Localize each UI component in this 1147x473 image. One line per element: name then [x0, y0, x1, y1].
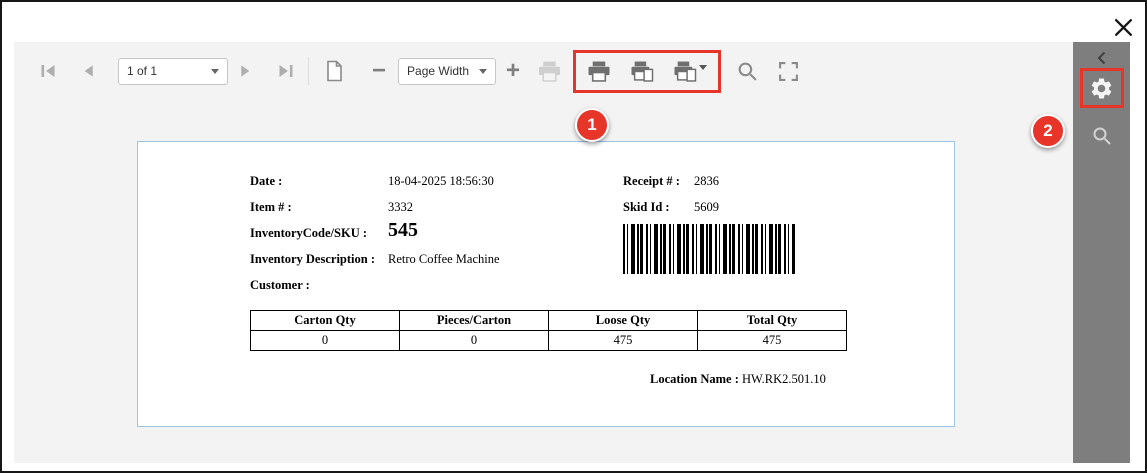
first-page-icon[interactable]: [40, 63, 57, 79]
next-page-icon[interactable]: [238, 63, 253, 79]
location-value: HW.RK2.501.10: [742, 372, 826, 386]
table-header-row: Carton Qty Pieces/Carton Loose Qty Total…: [251, 311, 847, 331]
zoom-mode-value: Page Width: [407, 64, 469, 78]
field-description: Inventory Description :: [250, 252, 375, 267]
chevron-down-icon: [211, 69, 219, 74]
report-viewer: 1 of 1 − Page Width: [14, 42, 1130, 463]
chevron-down-icon: [479, 69, 487, 74]
location-label: Location Name :: [650, 372, 739, 386]
page-number-value: 1 of 1: [127, 64, 157, 78]
table-cell: 0: [400, 331, 549, 351]
customer-label: Customer :: [250, 278, 310, 292]
table-header: Total Qty: [698, 311, 847, 331]
item-value: 3332: [388, 200, 413, 215]
field-sku: InventoryCode/SKU :: [250, 226, 367, 241]
table-cell: 475: [549, 331, 698, 351]
viewer-toolbar: 1 of 1 − Page Width: [14, 42, 1073, 100]
highlight-box-settings: [1080, 68, 1124, 108]
field-skid: Skid Id :: [623, 200, 670, 215]
panel-search-icon[interactable]: [1092, 126, 1112, 149]
settings-gear-icon[interactable]: [1089, 76, 1114, 101]
table-header: Loose Qty: [549, 311, 698, 331]
table-cell: 475: [698, 331, 847, 351]
receipt-label: Receipt # :: [623, 174, 680, 188]
last-page-icon[interactable]: [277, 63, 294, 79]
table-header: Carton Qty: [251, 311, 400, 331]
page-number-select[interactable]: 1 of 1: [118, 58, 228, 85]
date-value: 18-04-2025 18:56:30: [388, 174, 494, 189]
report-page: Date : 18-04-2025 18:56:30 Item # : 3332…: [137, 141, 955, 427]
description-label: Inventory Description :: [250, 252, 375, 266]
single-page-view-icon[interactable]: [325, 60, 344, 82]
export-icon[interactable]: [673, 61, 707, 82]
field-location: Location Name : HW.RK2.501.10: [650, 372, 826, 387]
table-cell: 0: [251, 331, 400, 351]
zoom-mode-select[interactable]: Page Width: [398, 58, 496, 85]
field-customer: Customer :: [250, 278, 310, 293]
search-icon[interactable]: [737, 61, 758, 82]
field-item: Item # :: [250, 200, 292, 215]
report-viewer-window: 1 of 1 − Page Width: [0, 0, 1147, 473]
zoom-out-icon[interactable]: −: [372, 61, 386, 81]
print-preview-icon[interactable]: [538, 61, 561, 82]
table-header: Pieces/Carton: [400, 311, 549, 331]
description-value: Retro Coffee Machine: [388, 252, 500, 267]
toolbar-separator: [308, 57, 309, 85]
skid-label: Skid Id :: [623, 200, 670, 214]
table-row: 0 0 475 475: [251, 331, 847, 351]
print-icon[interactable]: [587, 61, 611, 82]
date-label: Date :: [250, 174, 282, 188]
fullscreen-icon[interactable]: [778, 61, 799, 82]
skid-value: 5609: [694, 200, 719, 215]
sku-value: 545: [388, 219, 418, 242]
highlight-box-print-group: [573, 50, 721, 93]
annotation-badge-1: 1: [575, 108, 609, 142]
annotation-badge-2: 2: [1031, 114, 1065, 148]
side-panel: [1073, 42, 1130, 463]
previous-page-icon[interactable]: [81, 63, 96, 79]
quantity-table: Carton Qty Pieces/Carton Loose Qty Total…: [250, 310, 847, 351]
close-icon[interactable]: [1111, 15, 1135, 39]
chevron-down-icon: [699, 65, 707, 70]
zoom-in-icon[interactable]: +: [506, 61, 520, 81]
collapse-panel-icon[interactable]: [1095, 50, 1109, 69]
receipt-value: 2836: [694, 174, 719, 189]
barcode: [623, 224, 795, 274]
field-date: Date :: [250, 174, 282, 189]
print-document-icon[interactable]: [630, 61, 654, 82]
field-receipt: Receipt # :: [623, 174, 680, 189]
item-label: Item # :: [250, 200, 292, 214]
sku-label: InventoryCode/SKU :: [250, 226, 367, 240]
